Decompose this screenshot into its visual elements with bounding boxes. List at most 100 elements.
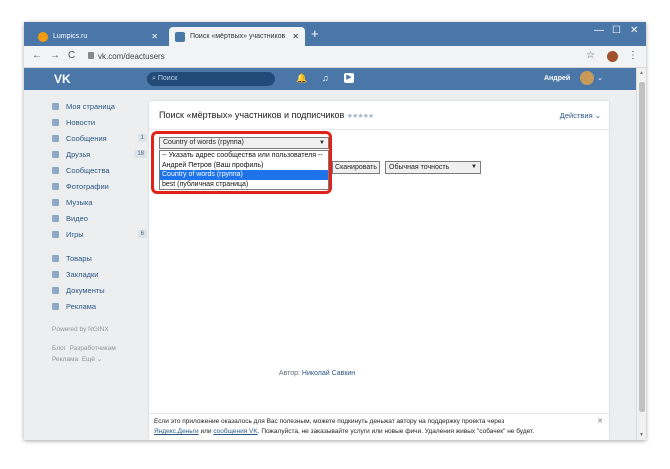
vk-messages-link[interactable]: сообщения VK (213, 428, 257, 435)
profile-avatar-icon[interactable] (607, 51, 618, 62)
vk-logo[interactable]: VK (54, 72, 71, 86)
back-button[interactable]: ← (32, 50, 42, 61)
sidebar: Моя страница Новости Сообщения 1 Друзья 18… (52, 98, 147, 365)
sidebar-item-label: Моя страница (66, 101, 115, 111)
bookmark-star-icon[interactable]: ☆ (586, 50, 595, 61)
divider (149, 129, 609, 130)
dropdown-arrow-icon: ▼ (471, 164, 477, 170)
sidebar-item-label: Друзья (66, 149, 91, 159)
sidebar-item-messages[interactable]: Сообщения 1 (52, 130, 147, 146)
maximize-button[interactable]: ☐ (612, 25, 621, 36)
search-input[interactable]: ⌕ Поиск (147, 72, 275, 86)
url-field[interactable]: vk.com/deactusers (98, 52, 165, 61)
count-badge: 1 (137, 134, 147, 142)
scroll-down-icon[interactable]: ▼ (639, 432, 644, 438)
sidebar-item-communities[interactable]: Сообщества (52, 162, 147, 178)
sidebar-item-goods[interactable]: Товары (52, 250, 147, 266)
new-tab-button[interactable]: + (311, 26, 319, 41)
sidebar-item-news[interactable]: Новости (52, 114, 147, 130)
sidebar-item-games[interactable]: Игры 6 (52, 226, 147, 242)
vk-header: VK ⌕ Поиск 🔔 ♫ ▶ Андрей ⌄ (24, 68, 636, 90)
scroll-up-icon[interactable]: ▲ (639, 70, 644, 76)
tab-title: Поиск «мёртвых» участников (190, 33, 286, 40)
browser-menu-icon[interactable]: ⋮ (628, 50, 638, 61)
count-badge: 6 (137, 230, 147, 238)
sidebar-item-my-page[interactable]: Моя страница (52, 98, 147, 114)
footer-link-more[interactable]: Ещё ⌄ (82, 356, 103, 363)
close-icon[interactable]: ✕ (597, 417, 603, 427)
option-specify-address[interactable]: -- Указать адрес сообщества или пользова… (160, 151, 328, 161)
page-title: Поиск «мёртвых» участников и подписчиков… (159, 110, 374, 120)
avatar[interactable] (580, 71, 594, 85)
community-select[interactable]: Country of words (группа) ▼ (159, 137, 329, 149)
close-tab-icon[interactable]: ✕ (292, 32, 299, 41)
sidebar-item-friends[interactable]: Друзья 18 (52, 146, 147, 162)
highlight-box: Country of words (группа) ▼ -- Указать ад… (151, 131, 332, 194)
minimize-button[interactable]: — (594, 25, 604, 36)
option-best[interactable]: best (публичная страница) (160, 180, 328, 190)
address-bar: ← → C vk.com/deactusers ☆ ⋮ (24, 46, 646, 68)
sidebar-item-label: Документы (66, 285, 105, 295)
page-title-text: Поиск «мёртвых» участников и подписчиков (159, 110, 345, 120)
close-window-button[interactable]: ✕ (630, 25, 638, 36)
megaphone-icon (52, 302, 59, 310)
sidebar-item-label: Реклама (66, 301, 97, 311)
option-own-profile[interactable]: Андрей Петров (Ваш профиль) (160, 161, 328, 171)
author-label: Автор: (278, 370, 302, 377)
bell-icon[interactable]: 🔔 (296, 73, 307, 84)
news-icon (52, 118, 59, 126)
yandex-money-link[interactable]: Яндекс.Деньги (154, 428, 199, 435)
app-panel: Поиск «мёртвых» участников и подписчиков… (148, 100, 610, 440)
sidebar-item-video[interactable]: Видео (52, 210, 147, 226)
accuracy-value: Обычная точность (389, 164, 450, 171)
chevron-down-icon[interactable]: ⌄ (597, 74, 603, 82)
tab-strip: Lumpics.ru ✕ Поиск «мёртвых» участников … (24, 22, 646, 46)
vk-favicon-icon (175, 31, 185, 42)
sidebar-item-label: Новости (66, 117, 96, 127)
sidebar-item-label: Сообщения (66, 133, 107, 143)
sidebar-item-ads[interactable]: Реклама (52, 298, 147, 314)
sidebar-item-photos[interactable]: Фотографии (52, 178, 147, 194)
count-badge: 18 (134, 150, 147, 158)
sidebar-item-documents[interactable]: Документы (52, 282, 147, 298)
play-icon[interactable]: ▶ (344, 73, 354, 83)
scrollbar-thumb[interactable] (639, 82, 645, 412)
reload-button[interactable]: C (68, 50, 75, 61)
communities-icon (52, 166, 59, 174)
sidebar-item-music[interactable]: Музыка (52, 194, 147, 210)
sidebar-item-bookmarks[interactable]: Закладки (52, 266, 147, 282)
powered-by: Powered by NGINX (52, 326, 109, 333)
actions-menu[interactable]: Действия ⌄ (560, 111, 601, 120)
footer-link-developers[interactable]: Разработчикам (70, 345, 116, 352)
tab-title: Lumpics.ru (53, 33, 88, 40)
tab-deactusers[interactable]: Поиск «мёртвых» участников ✕ (169, 27, 305, 46)
lumpics-favicon-icon (38, 31, 48, 42)
forward-button[interactable]: → (50, 50, 60, 61)
scan-button[interactable]: Сканировать (332, 161, 380, 174)
accuracy-select[interactable]: Обычная точность ▼ (385, 161, 481, 174)
tab-lumpics[interactable]: Lumpics.ru ✕ (32, 27, 164, 46)
music-icon[interactable]: ♫ (322, 73, 329, 83)
sidebar-item-label: Товары (66, 253, 92, 263)
home-icon (52, 102, 59, 110)
page-scrollbar[interactable]: ▲ ▼ (636, 68, 646, 440)
camera-icon (52, 182, 59, 190)
sidebar-item-label: Видео (66, 213, 88, 223)
document-icon (52, 286, 59, 294)
community-options-list: -- Указать адрес сообщества или пользова… (159, 150, 329, 190)
footer-link-blog[interactable]: Блог (52, 345, 66, 352)
user-name[interactable]: Андрей (544, 75, 570, 82)
author-link[interactable]: Николай Савкин (302, 370, 355, 377)
close-tab-icon[interactable]: ✕ (151, 32, 158, 41)
footer-link-ads[interactable]: Реклама (52, 356, 78, 363)
friends-icon (52, 150, 59, 158)
author-credit: Автор: Николай Савкин (24, 370, 610, 377)
notice-text: Если это приложение оказалось для Вас по… (154, 418, 505, 425)
sidebar-item-label: Закладки (66, 269, 99, 279)
rating-stars: ★★★★★ (346, 113, 374, 120)
sidebar-item-label: Игры (66, 229, 84, 239)
option-country-of-words[interactable]: Country of words (группа) (160, 170, 328, 180)
lock-icon (88, 52, 94, 59)
music-note-icon (52, 198, 59, 206)
star-icon (52, 270, 59, 278)
